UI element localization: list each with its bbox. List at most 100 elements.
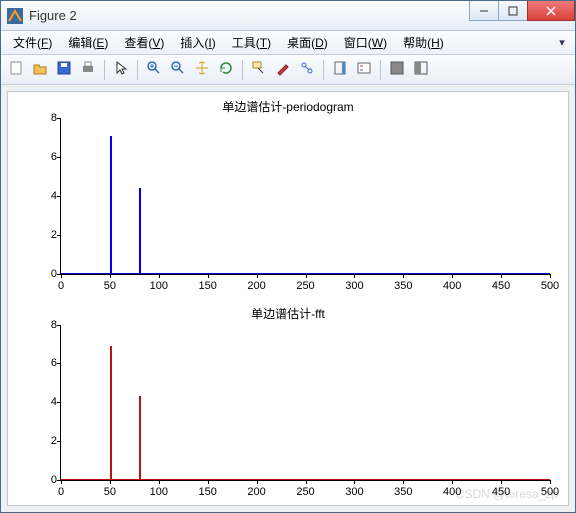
ytick-label: 8	[33, 112, 57, 124]
ytick-label: 4	[33, 190, 57, 202]
close-button[interactable]	[527, 1, 575, 21]
ytick-label: 2	[33, 229, 57, 241]
datacursor-button[interactable]	[248, 59, 270, 81]
brush-button[interactable]	[272, 59, 294, 81]
xtick-mark	[550, 480, 551, 484]
ytick-mark	[57, 196, 61, 197]
ytick-label: 6	[33, 357, 57, 369]
menubar: 文件(F)编辑(E)查看(V)插入(I)工具(T)桌面(D)窗口(W)帮助(H)…	[1, 31, 575, 55]
ytick-mark	[57, 441, 61, 442]
toolbar-separator	[380, 60, 381, 80]
minimize-button[interactable]	[469, 1, 499, 21]
xtick-label: 100	[150, 486, 168, 498]
menu-h[interactable]: 帮助(H)	[395, 32, 452, 53]
menu-i[interactable]: 插入(I)	[172, 32, 223, 53]
menu-w[interactable]: 窗口(W)	[336, 32, 395, 53]
layout2-button[interactable]	[410, 59, 432, 81]
xtick-label: 500	[541, 280, 559, 292]
legend-button[interactable]	[353, 59, 375, 81]
data-peak	[110, 346, 112, 480]
ytick-label: 4	[33, 396, 57, 408]
menu-t[interactable]: 工具(T)	[224, 32, 279, 53]
ytick-mark	[57, 157, 61, 158]
toolbar-separator	[323, 60, 324, 80]
ytick-label: 0	[33, 474, 57, 486]
ytick-label: 8	[33, 319, 57, 331]
xtick-label: 250	[296, 486, 314, 498]
zoom-out-icon	[170, 60, 186, 79]
xtick-label: 150	[199, 280, 217, 292]
xtick-label: 200	[247, 280, 265, 292]
layout1-button[interactable]	[386, 59, 408, 81]
menu-e[interactable]: 编辑(E)	[60, 32, 116, 53]
data-peak	[110, 136, 112, 274]
ytick-label: 2	[33, 435, 57, 447]
colorbar-button[interactable]	[329, 59, 351, 81]
xtick-mark	[61, 480, 62, 484]
maximize-button[interactable]	[498, 1, 528, 21]
legend-icon	[356, 60, 372, 79]
data-peak	[139, 396, 141, 480]
print-button[interactable]	[77, 59, 99, 81]
xtick-label: 200	[247, 486, 265, 498]
figure-content: CSDN @teresa_zp 单边谱估计-periodogram0246805…	[1, 85, 575, 512]
xtick-mark	[452, 274, 453, 278]
zoom-out-button[interactable]	[167, 59, 189, 81]
save-button[interactable]	[53, 59, 75, 81]
xtick-mark	[159, 274, 160, 278]
xtick-mark	[306, 480, 307, 484]
xtick-mark	[354, 480, 355, 484]
menu-d[interactable]: 桌面(D)	[279, 32, 336, 53]
xtick-label: 150	[199, 486, 217, 498]
ytick-mark	[57, 402, 61, 403]
print-icon	[80, 60, 96, 79]
xtick-mark	[208, 274, 209, 278]
xtick-label: 0	[58, 486, 64, 498]
axes-canvas: CSDN @teresa_zp 单边谱估计-periodogram0246805…	[7, 91, 569, 506]
rotate-button[interactable]	[215, 59, 237, 81]
xtick-mark	[501, 274, 502, 278]
open-button[interactable]	[29, 59, 51, 81]
xtick-label: 400	[443, 280, 461, 292]
pointer-icon	[113, 60, 129, 79]
xtick-mark	[354, 274, 355, 278]
ytick-mark	[57, 118, 61, 119]
ytick-mark	[57, 235, 61, 236]
xtick-mark	[208, 480, 209, 484]
xtick-mark	[403, 274, 404, 278]
new-button[interactable]	[5, 59, 27, 81]
toolbar-separator	[137, 60, 138, 80]
xtick-mark	[110, 274, 111, 278]
xtick-label: 300	[345, 486, 363, 498]
rotate-icon	[218, 60, 234, 79]
xtick-mark	[61, 274, 62, 278]
xtick-mark	[257, 274, 258, 278]
pointer-button[interactable]	[110, 59, 132, 81]
chart-0: 单边谱估计-periodogram02468050100150200250300…	[8, 92, 568, 299]
open-icon	[32, 60, 48, 79]
plot-area-0[interactable]: 02468050100150200250300350400450500	[60, 118, 550, 275]
app-icon	[7, 8, 23, 24]
save-icon	[56, 60, 72, 79]
xtick-label: 350	[394, 280, 412, 292]
xtick-mark	[452, 480, 453, 484]
xtick-label: 350	[394, 486, 412, 498]
link-button[interactable]	[296, 59, 318, 81]
zoom-in-button[interactable]	[143, 59, 165, 81]
layout1-icon	[389, 60, 405, 79]
toolbar	[1, 55, 575, 85]
ytick-label: 0	[33, 268, 57, 280]
ytick-mark	[57, 363, 61, 364]
menu-f[interactable]: 文件(F)	[5, 32, 60, 53]
chart-title-1: 单边谱估计-fft	[8, 299, 568, 322]
menu-chevron-icon[interactable]: ▾	[553, 36, 571, 49]
xtick-mark	[257, 480, 258, 484]
xtick-label: 50	[104, 280, 116, 292]
menu-v[interactable]: 查看(V)	[116, 32, 172, 53]
xtick-label: 450	[492, 280, 510, 292]
xtick-label: 100	[150, 280, 168, 292]
pan-button[interactable]	[191, 59, 213, 81]
titlebar[interactable]: Figure 2	[1, 1, 575, 31]
baseline	[61, 479, 550, 480]
plot-area-1[interactable]: 02468050100150200250300350400450500	[60, 325, 550, 482]
